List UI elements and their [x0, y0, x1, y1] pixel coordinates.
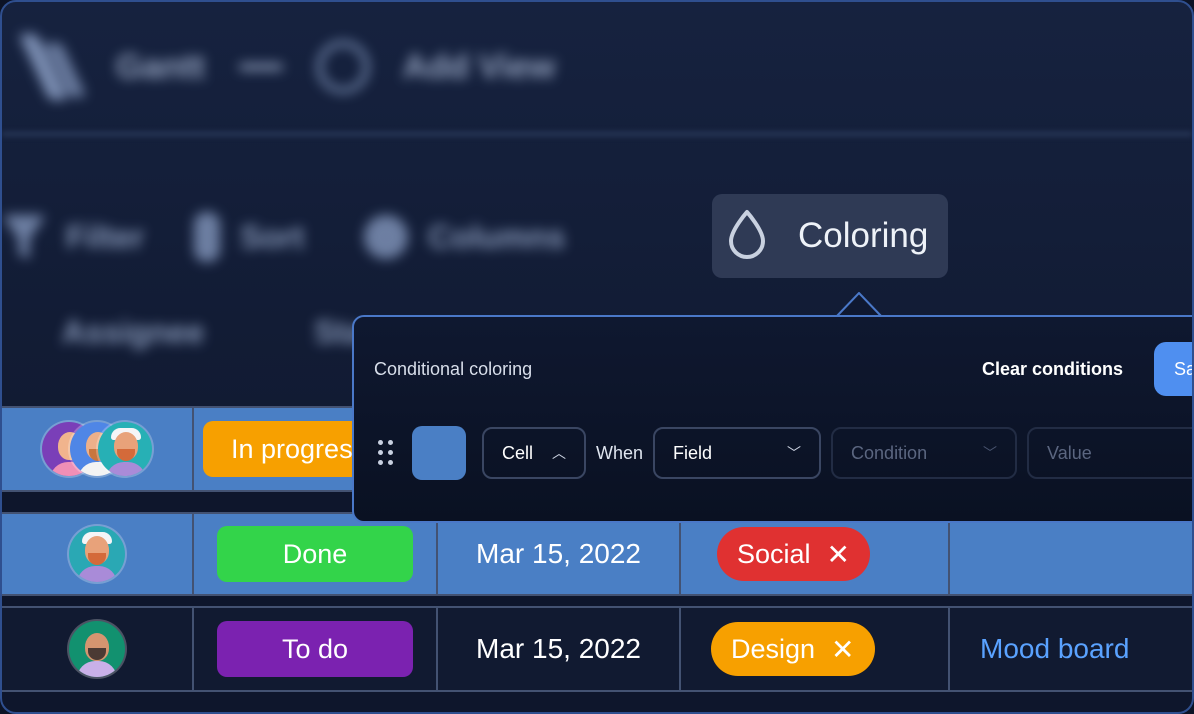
scope-select[interactable]: Cell ︿ — [482, 427, 586, 479]
tag-chip[interactable]: Social ✕ — [717, 527, 871, 581]
date-cell[interactable]: Mar 15, 2022 — [438, 514, 681, 594]
status-badge[interactable]: Done — [217, 526, 413, 582]
filter-button[interactable]: Filter — [2, 215, 144, 259]
conditional-coloring-popover: Conditional coloring Clear conditions Sa… — [352, 315, 1192, 523]
status-badge[interactable]: To do — [217, 621, 413, 677]
remove-tag-icon[interactable]: ✕ — [827, 538, 850, 571]
date-value: Mar 15, 2022 — [476, 633, 641, 664]
add-view-icon — [316, 41, 369, 93]
popover-title: Conditional coloring — [374, 359, 533, 379]
field-select[interactable]: Field ﹀ — [653, 427, 822, 479]
column-headers: Assignee Sta — [62, 314, 364, 351]
dash-icon — [238, 64, 283, 70]
sort-button[interactable]: Sort — [194, 212, 304, 262]
value-placeholder: Value — [1047, 442, 1092, 463]
color-swatch[interactable] — [412, 426, 466, 480]
tag-cell[interactable]: Design ✕ — [681, 608, 950, 690]
toolbar: Filter Sort Columns — [2, 197, 702, 277]
tag-label: Design — [731, 633, 816, 664]
coloring-label: Coloring — [798, 216, 929, 255]
app-logo-icon — [18, 34, 87, 100]
tag-cell[interactable]: Social ✕ — [681, 514, 950, 594]
scope-value: Cell — [502, 442, 534, 463]
status-cell[interactable]: Done — [194, 514, 438, 594]
link-cell[interactable]: Mood board — [950, 608, 1192, 690]
tag-chip[interactable]: Design ✕ — [711, 622, 875, 676]
drag-handle-icon[interactable] — [378, 440, 394, 466]
value-input[interactable]: Value — [1027, 427, 1192, 479]
chevron-up-icon: ︿ — [552, 445, 566, 461]
field-value: Field — [673, 442, 713, 463]
columns-button[interactable]: Columns — [364, 215, 565, 259]
coloring-button[interactable]: Coloring — [712, 194, 948, 278]
sort-icon — [194, 212, 221, 262]
app-frame: Gantt Add View Filter Sort Columns Assig… — [0, 0, 1194, 714]
assignee-cell[interactable] — [2, 408, 194, 490]
add-view-button[interactable]: Add View — [403, 48, 555, 87]
divider — [2, 132, 1192, 136]
link-cell[interactable] — [950, 514, 1192, 594]
when-label: When — [596, 442, 644, 463]
chevron-down-icon: ﹀ — [787, 445, 802, 461]
avatar — [98, 422, 152, 476]
top-bar: Gantt Add View — [18, 32, 622, 102]
filter-icon — [2, 215, 46, 259]
assignee-cell[interactable] — [2, 608, 194, 690]
avatar-group — [42, 422, 152, 476]
date-cell[interactable]: Mar 15, 2022 — [438, 608, 681, 690]
assignee-cell[interactable] — [2, 514, 194, 594]
avatar — [69, 526, 125, 582]
chevron-down-icon: ﹀ — [983, 445, 998, 461]
filter-label: Filter — [66, 218, 145, 255]
assignee-header: Assignee — [62, 314, 205, 350]
date-value: Mar 15, 2022 — [476, 538, 641, 569]
sort-label: Sort — [240, 218, 305, 255]
table-row[interactable]: Done Mar 15, 2022 Social ✕ — [2, 512, 1192, 596]
view-title: Gantt — [116, 47, 205, 86]
drop-icon — [726, 208, 768, 265]
columns-label: Columns — [428, 218, 566, 255]
avatar — [69, 621, 125, 677]
tag-label: Social — [737, 538, 811, 569]
remove-tag-icon[interactable]: ✕ — [831, 633, 854, 666]
condition-select[interactable]: Condition ﹀ — [831, 427, 1018, 479]
condition-rule: Cell ︿ When Field ﹀ Condition ﹀ Value — [378, 425, 1192, 481]
clear-conditions-button[interactable]: Clear conditions — [982, 359, 1123, 380]
status-cell[interactable]: To do — [194, 608, 438, 690]
condition-placeholder: Condition — [851, 442, 928, 463]
save-button[interactable]: Sa — [1154, 342, 1192, 396]
mood-board-link[interactable]: Mood board — [980, 633, 1129, 665]
row-gap — [2, 596, 1192, 606]
table-row[interactable]: To do Mar 15, 2022 Design ✕ Mood board — [2, 606, 1192, 692]
columns-icon — [364, 215, 409, 259]
